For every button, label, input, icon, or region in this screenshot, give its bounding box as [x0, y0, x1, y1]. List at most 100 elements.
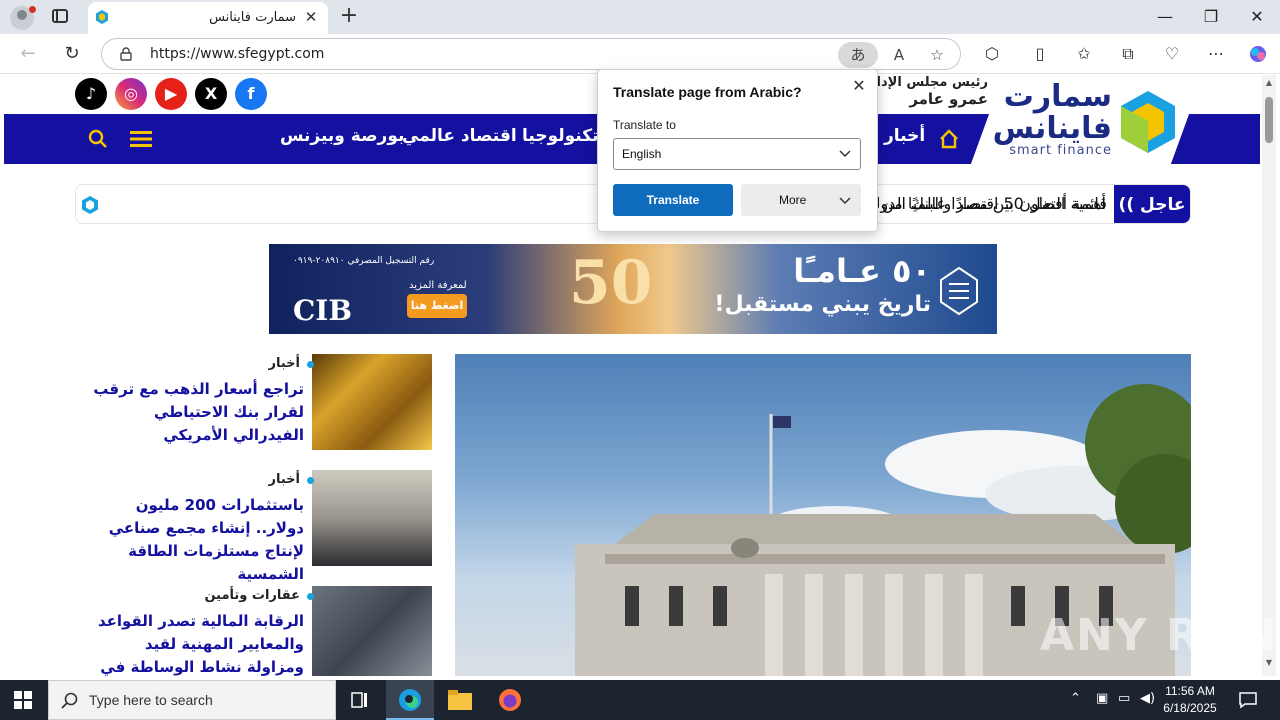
clock-date: 6/18/2025 [1163, 701, 1217, 715]
news-category[interactable]: أخبار [269, 472, 314, 487]
tab-close-icon[interactable]: ✕ [302, 8, 320, 26]
home-icon[interactable] [938, 128, 960, 150]
banner-emblem-icon [940, 266, 978, 316]
extensions-icon[interactable]: ⬡ [980, 42, 1004, 66]
chairman-name: عمرو عامر [909, 90, 988, 108]
volume-icon[interactable]: ◀) [1140, 691, 1155, 706]
collections-icon[interactable]: ⧉ [1116, 42, 1140, 66]
tray-chevron-up-icon[interactable]: ⌃ [1070, 691, 1081, 706]
scroll-up-icon[interactable]: ▲ [1265, 79, 1273, 87]
tiktok-icon[interactable]: ♪ [75, 78, 107, 110]
network-icon[interactable]: ▭ [1118, 691, 1130, 706]
translate-icon[interactable]: あ [838, 42, 878, 68]
tray-device-icon[interactable]: ▣ [1096, 691, 1108, 706]
target-language-select[interactable]: English [613, 138, 861, 170]
clock-time: 11:56 AM [1165, 684, 1215, 698]
new-tab-icon[interactable]: + [338, 5, 360, 27]
taskbar-search-placeholder: Type here to search [89, 692, 213, 708]
youtube-icon[interactable]: ▶ [155, 78, 187, 110]
task-view-icon[interactable] [336, 680, 384, 720]
url-text[interactable]: https://www.sfegypt.com [150, 46, 324, 62]
news-item[interactable]: أخبار باستثمارات 200 مليون دولار.. إنشاء… [74, 470, 432, 583]
news-category[interactable]: أخبار [269, 356, 314, 371]
banner-hotline: رقم التسجيل المصرفي ٢٠٨٩١٠-٠٩١٩ [293, 256, 435, 266]
edge-taskbar-icon[interactable] [386, 680, 434, 720]
chevron-down-icon [839, 197, 851, 205]
anyrun-watermark: ANY RUN [1040, 610, 1279, 661]
close-window-icon[interactable]: ✕ [1242, 6, 1272, 28]
x-twitter-icon[interactable]: X [195, 78, 227, 110]
target-language-value: English [622, 147, 662, 161]
back-icon[interactable]: ← [16, 42, 40, 66]
search-icon [61, 692, 78, 709]
rss-icon: )) [1118, 195, 1135, 215]
site-logo[interactable]: سمارت فاينانس smart finance [980, 79, 1180, 165]
news-thumb-gold[interactable] [312, 354, 432, 450]
copilot-icon[interactable] [1246, 42, 1270, 66]
read-aloud-icon[interactable]: A [886, 42, 912, 68]
facebook-icon[interactable]: f [235, 78, 267, 110]
taskbar-clock[interactable]: 11:56 AM 6/18/2025 [1160, 683, 1220, 717]
windows-start-icon[interactable] [14, 691, 32, 709]
chevron-down-icon [839, 150, 851, 158]
firefox-icon[interactable] [486, 680, 534, 720]
page-scrollbar[interactable]: ▲ ▼ [1262, 75, 1276, 676]
cib-logo: CIB [293, 294, 353, 327]
site-favicon-icon [96, 10, 108, 24]
logo-arabic: سمارت فاينانس [992, 79, 1112, 146]
file-explorer-icon[interactable] [436, 680, 484, 720]
nav-item-stock-business[interactable]: بورصة وبيزنس [280, 126, 404, 146]
nav-item-global-economy[interactable]: اقتصاد عالمي [402, 126, 517, 146]
close-icon[interactable]: ✕ [851, 78, 867, 94]
translate-popup: Translate page from Arabic? ✕ Translate … [597, 69, 878, 232]
nav-item-news[interactable]: أخبار [884, 126, 925, 146]
translate-popup-title: Translate page from Arabic? [613, 84, 802, 100]
menu-hamburger-icon[interactable] [130, 130, 152, 148]
news-thumb-fra[interactable] [312, 586, 432, 676]
news-item[interactable]: أخبار تراجع أسعار الذهب مع ترقب لقرار بن… [74, 354, 432, 454]
banner-50-number: 50 [569, 248, 653, 318]
browser-toolbar: ← ↻ https://www.sfegypt.com あ A ☆ ⬡ ▯ ✩ … [0, 34, 1280, 74]
search-icon[interactable] [88, 129, 108, 149]
refresh-icon[interactable]: ↻ [60, 42, 84, 66]
tab-title: سمارت فاينانس [209, 10, 296, 25]
news-category[interactable]: عقارات وتأمين [204, 588, 314, 603]
news-title[interactable]: باستثمارات 200 مليون دولار.. إنشاء مجمع … [84, 494, 304, 586]
news-thumb-signing[interactable] [312, 470, 432, 566]
address-bar[interactable]: https://www.sfegypt.com あ A ☆ [101, 38, 961, 70]
banner-subline: تاريخ يبني مستقبل! [714, 292, 931, 317]
banner-more-text: لمعرفة المزيد [409, 280, 467, 291]
chairman-block: رئيس مجلس الإدارة عمرو عامر [861, 75, 988, 108]
notifications-icon[interactable] [1238, 690, 1258, 710]
chairman-label: رئيس مجلس الإدارة [861, 75, 988, 90]
settings-more-icon[interactable]: ⋯ [1204, 42, 1228, 66]
tab-strip: سمارت فاينانس ✕ + — ❐ ✕ [0, 0, 1280, 34]
news-title[interactable]: تراجع أسعار الذهب مع ترقب لقرار بنك الاح… [84, 378, 304, 447]
nav-item-technology[interactable]: وتكنولوجيا [522, 126, 609, 146]
restore-icon[interactable]: ❐ [1196, 6, 1226, 28]
favorites-icon[interactable]: ✩ [1072, 42, 1096, 66]
browser-essentials-icon[interactable]: ♡ [1160, 42, 1184, 66]
ticker-text-next[interactable]: قائمة أفضل 50 اقتصادًا عالميًا من [882, 194, 1107, 213]
favorite-star-icon[interactable]: ☆ [924, 42, 950, 68]
translate-to-label: Translate to [613, 118, 676, 132]
news-item[interactable]: عقارات وتأمين الرقابة المالية تصدر القوا… [74, 586, 432, 676]
windows-taskbar: Type here to search ⌃ ▣ ▭ ◀) 11:56 AM 6/… [0, 680, 1280, 720]
scroll-thumb[interactable] [1265, 97, 1273, 143]
minimize-icon[interactable]: — [1150, 6, 1180, 28]
tab-actions-icon[interactable] [52, 9, 68, 23]
split-screen-icon[interactable]: ▯ [1028, 42, 1052, 66]
banner-headline: ٥٠ عـامـًا [793, 252, 931, 290]
breaking-label: عاجل )) [1114, 185, 1190, 223]
browser-tab-active[interactable]: سمارت فاينانس ✕ [88, 2, 328, 34]
cib-banner-ad[interactable]: رقم التسجيل المصرفي ٢٠٨٩١٠-٠٩١٩ CIB لمعر… [269, 244, 997, 334]
translate-button[interactable]: Translate [613, 184, 733, 216]
taskbar-search-box[interactable]: Type here to search [48, 680, 336, 720]
banner-click-button[interactable]: اضغط هنا [407, 294, 467, 318]
news-title[interactable]: الرقابة المالية تصدر القواعد والمعايير ا… [84, 610, 304, 676]
instagram-icon[interactable]: ◎ [115, 78, 147, 110]
logo-hexagon-icon [1121, 91, 1175, 153]
ticker-logo-icon [82, 196, 98, 214]
more-button[interactable]: More [741, 184, 861, 216]
lock-icon[interactable] [120, 47, 132, 61]
